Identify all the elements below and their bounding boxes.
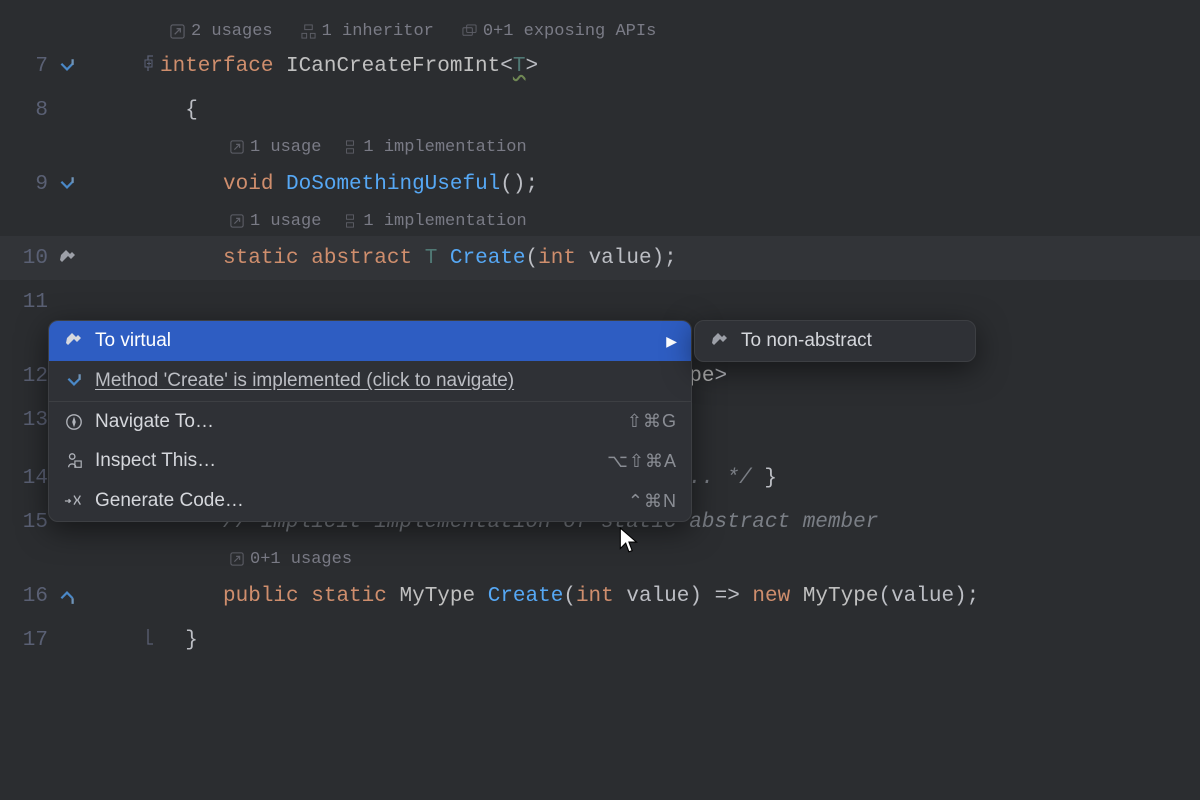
- gutter-implements-up-icon[interactable]: [58, 585, 76, 607]
- inlay-hints-top: 2 usages 1 inheritor 0+1 exposing APIs: [0, 0, 1200, 44]
- menu-inspect-this[interactable]: Inspect This… ⌥⇧⌘A: [49, 441, 691, 481]
- hint-exposing-apis[interactable]: 0+1 exposing APIs: [462, 22, 656, 41]
- fold-start-icon[interactable]: [144, 53, 158, 79]
- keyboard-shortcut: ⇧⌘G: [627, 411, 677, 432]
- menu-method-implemented[interactable]: Method 'Create' is implemented (click to…: [49, 361, 691, 401]
- type-param: T: [513, 55, 526, 78]
- generate-icon: [63, 490, 85, 512]
- line-number: 16: [18, 585, 48, 608]
- menu-generate-code[interactable]: Generate Code… ⌃⌘N: [49, 481, 691, 521]
- inspect-icon: [63, 450, 85, 472]
- hint-usages[interactable]: 1 usage: [230, 212, 321, 231]
- code-line-9[interactable]: 9 void DoSomethingUseful();: [0, 162, 1200, 206]
- line-number: 12: [18, 365, 48, 388]
- inlay-hints-row10: 1 usage 1 implementation: [0, 206, 1200, 236]
- inlay-hints-row9: 1 usage 1 implementation: [0, 132, 1200, 162]
- line-number: 8: [18, 99, 48, 122]
- fold-end-icon[interactable]: [144, 627, 158, 653]
- method-name: Create: [450, 247, 526, 270]
- keyboard-shortcut: ⌥⇧⌘A: [607, 451, 677, 472]
- line-number: 7: [18, 55, 48, 78]
- code-line-10[interactable]: 10 static abstract T Create(int value);: [0, 236, 1200, 280]
- line-number: 11: [18, 291, 48, 314]
- line-number: 10: [18, 247, 48, 270]
- hint-implementations[interactable]: 1 implementation: [343, 212, 526, 231]
- line-number: 13: [18, 409, 48, 432]
- line-number: 9: [18, 173, 48, 196]
- code-line-11[interactable]: 11: [0, 280, 1200, 324]
- method-name: DoSomethingUseful: [286, 173, 500, 196]
- context-menu[interactable]: To virtual ▶ Method 'Create' is implemen…: [48, 320, 692, 522]
- implemented-down-icon: [63, 370, 85, 392]
- hint-usages[interactable]: 0+1 usages: [230, 550, 352, 569]
- hint-usages[interactable]: 2 usages: [170, 22, 273, 41]
- line-number: 15: [18, 511, 48, 534]
- keyword-interface: interface: [160, 55, 273, 78]
- submenu-to-non-abstract[interactable]: To non-abstract: [695, 321, 975, 361]
- code-line-8[interactable]: 8 {: [0, 88, 1200, 132]
- code-line-7[interactable]: 7 interface ICanCreateFromInt<T>: [0, 44, 1200, 88]
- gutter-implemented-icon[interactable]: [58, 55, 76, 77]
- hammer-icon: [63, 330, 85, 352]
- menu-to-virtual[interactable]: To virtual ▶: [49, 321, 691, 361]
- hammer-icon: [709, 330, 731, 352]
- line-number: 17: [18, 629, 48, 652]
- context-submenu[interactable]: To non-abstract: [694, 320, 976, 362]
- hint-inheritors[interactable]: 1 inheritor: [301, 22, 434, 41]
- chevron-right-icon: ▶: [666, 333, 677, 350]
- code-line-17[interactable]: 17 }: [0, 618, 1200, 662]
- mouse-cursor-icon: [619, 527, 641, 562]
- compass-icon: [63, 411, 85, 433]
- menu-navigate-to[interactable]: Navigate To… ⇧⌘G: [49, 401, 691, 441]
- line-number: 14: [18, 467, 48, 490]
- gutter-hammer-icon[interactable]: [58, 247, 78, 269]
- interface-name: ICanCreateFromInt: [286, 55, 500, 78]
- code-line-16[interactable]: 16 public static MyType Create(int value…: [0, 574, 1200, 618]
- keyboard-shortcut: ⌃⌘N: [628, 491, 677, 512]
- hint-implementations[interactable]: 1 implementation: [343, 138, 526, 157]
- gutter-implemented-icon[interactable]: [58, 173, 76, 195]
- inlay-hints-row16: 0+1 usages: [0, 544, 1200, 574]
- hint-usages[interactable]: 1 usage: [230, 138, 321, 157]
